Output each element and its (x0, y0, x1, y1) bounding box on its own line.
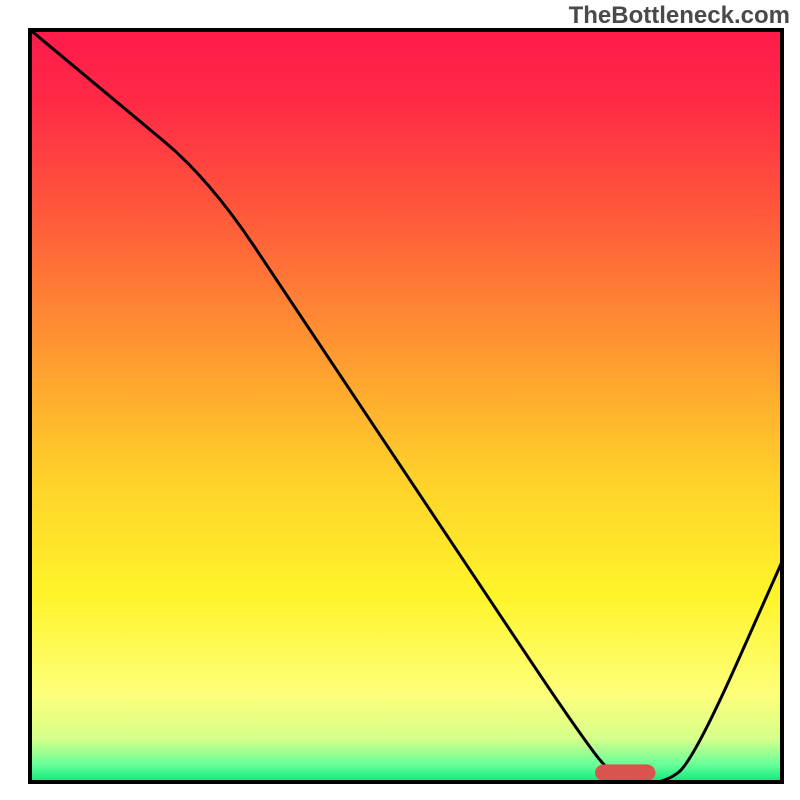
gradient-backdrop (28, 28, 784, 784)
optimum-marker (595, 764, 655, 781)
axis-bottom (28, 780, 784, 784)
watermark-text: TheBottleneck.com (569, 2, 790, 30)
axis-left (28, 28, 32, 784)
chart-svg (28, 28, 784, 784)
axis-right (780, 28, 784, 784)
chart-wrapper: TheBottleneck.com (0, 0, 800, 800)
plot-area (28, 28, 784, 784)
axis-top (28, 28, 784, 32)
